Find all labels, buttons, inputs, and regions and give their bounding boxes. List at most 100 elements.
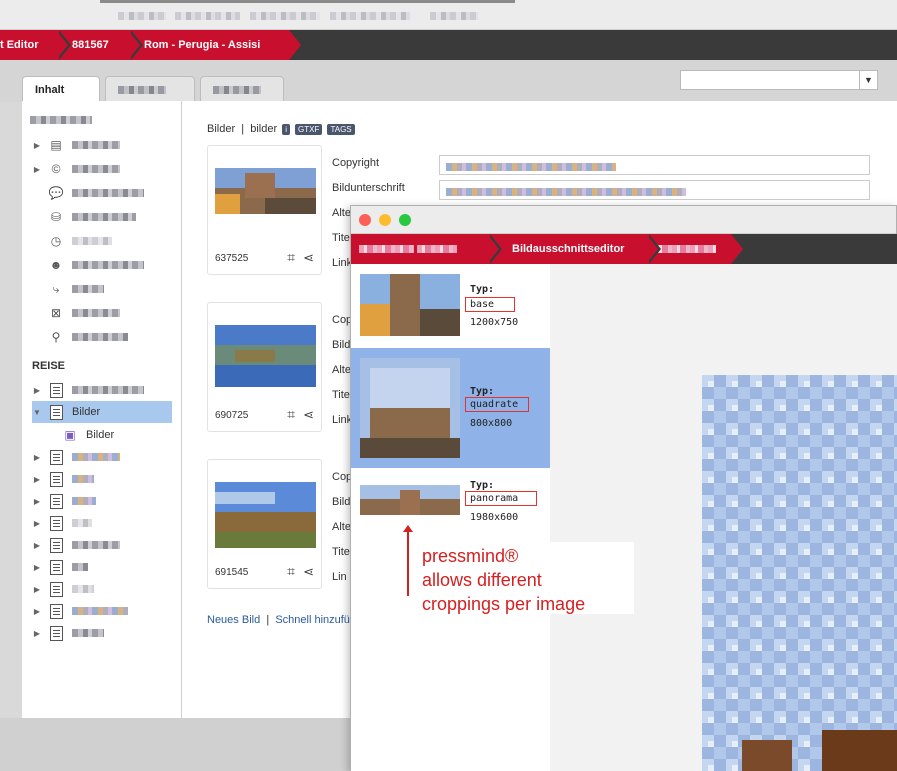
chevron-right-icon[interactable]: ▶: [32, 563, 42, 572]
crop-canvas[interactable]: [550, 264, 897, 771]
chevron-right-icon[interactable]: ▶: [32, 607, 42, 616]
popup-breadcrumb-1[interactable]: [351, 234, 502, 264]
document-icon: [48, 449, 64, 465]
new-image-link[interactable]: Neues Bild: [207, 614, 260, 626]
crop-icon[interactable]: ⌗: [287, 406, 295, 423]
tab-3[interactable]: [200, 76, 284, 102]
tree-child-bilder[interactable]: ▣ Bilder: [52, 424, 182, 446]
document-icon: [48, 471, 64, 487]
crop-type-label: Typ:: [470, 386, 495, 397]
tree-item[interactable]: ⤷: [22, 278, 182, 300]
annotation-callout: pressmind® allows different croppings pe…: [412, 542, 634, 614]
crop-list: Typ: base 1200x750 Typ: quadrate 800x800…: [351, 264, 550, 771]
tree-item[interactable]: ▶ ▤: [22, 134, 182, 156]
chevron-right-icon[interactable]: ▶: [32, 497, 42, 506]
tree-item[interactable]: ▶: [22, 600, 182, 622]
document-icon: [48, 515, 64, 531]
breadcrumb-title[interactable]: Rom - Perugia - Assisi: [128, 30, 304, 60]
image-card[interactable]: 691545 ⌗ ⋖: [207, 459, 322, 589]
separator: |: [241, 123, 245, 135]
tree-item-bilder[interactable]: ▼ Bilder: [32, 401, 172, 423]
info-tag[interactable]: i: [282, 124, 290, 135]
breadcrumb-editor[interactable]: t Editor: [0, 30, 71, 60]
tree-item[interactable]: ▶: [22, 468, 182, 490]
blurred-tab-text: [250, 12, 320, 20]
browser-chrome: [0, 0, 897, 30]
chevron-right-icon[interactable]: ▶: [32, 386, 42, 395]
chevron-right-icon[interactable]: ▶: [32, 475, 42, 484]
crop-thumbnail: [360, 358, 460, 458]
tree-item[interactable]: ▶ ©: [22, 158, 182, 180]
close-window-icon[interactable]: [359, 214, 371, 226]
chevron-right-icon[interactable]: ▶: [32, 519, 42, 528]
tree-item[interactable]: ⊠: [22, 302, 182, 324]
gtxf-tag[interactable]: GTXF: [295, 124, 323, 135]
document-icon: [48, 493, 64, 509]
chevron-right-icon[interactable]: ▶: [32, 141, 42, 150]
caption-label: Bild: [332, 496, 351, 508]
chevron-right-icon[interactable]: ▶: [32, 629, 42, 638]
image-thumbnail: [215, 325, 316, 387]
caption-label: Bild: [332, 339, 351, 351]
tab-inhalt[interactable]: Inhalt: [22, 76, 100, 103]
quick-add-link[interactable]: Schnell hinzufü: [275, 614, 350, 626]
chevron-right-icon[interactable]: ▶: [32, 165, 42, 174]
document-icon: [48, 603, 64, 619]
tree-item[interactable]: ▶: [22, 379, 182, 401]
crop-editor-window: Bildausschnittseditor Typ: base 1200x750: [350, 205, 897, 771]
caption-input[interactable]: [439, 180, 870, 200]
tree-label: Bilder: [86, 429, 115, 441]
tree-item[interactable]: ◷: [22, 230, 182, 252]
tree-item[interactable]: ▶: [22, 556, 182, 578]
tree-item[interactable]: ▶: [22, 534, 182, 556]
tree-item[interactable]: ▶: [22, 622, 182, 644]
alt-label: Alte: [332, 207, 351, 219]
annotation-line: allows different: [422, 570, 542, 590]
share-icon[interactable]: ⋖: [303, 564, 314, 580]
tags-tag[interactable]: TAGS: [327, 124, 355, 135]
crop-type-label: Typ:: [470, 284, 495, 295]
bilder-sub-label: bilder: [250, 123, 278, 135]
chevron-right-icon[interactable]: ▶: [32, 585, 42, 594]
user-icon: ☻: [49, 258, 63, 272]
tree-item[interactable]: ⚲: [22, 326, 182, 348]
tree-item[interactable]: ▶: [22, 512, 182, 534]
tree-item[interactable]: ▶: [22, 446, 182, 468]
chevron-down-icon[interactable]: ▼: [859, 71, 877, 89]
tree-root[interactable]: [22, 109, 182, 131]
document-icon: [48, 581, 64, 597]
tree-item[interactable]: ⛁: [22, 206, 182, 228]
tree-item[interactable]: 💬: [22, 182, 182, 204]
image-card[interactable]: 690725 ⌗ ⋖: [207, 302, 322, 432]
maximize-window-icon[interactable]: [399, 214, 411, 226]
chevron-down-icon[interactable]: ▼: [32, 408, 42, 417]
blurred-tab-text: [330, 12, 410, 20]
tab-2[interactable]: [105, 76, 195, 102]
crop-item-quadrate[interactable]: Typ: quadrate 800x800: [351, 348, 550, 468]
tree-item[interactable]: ▶: [22, 578, 182, 600]
tree-label: Bilder: [72, 406, 101, 418]
share-icon[interactable]: ⋖: [303, 250, 314, 266]
alt-label: Alte: [332, 521, 351, 533]
crop-icon[interactable]: ⌗: [287, 249, 295, 266]
share-icon[interactable]: ⋖: [303, 407, 314, 423]
image-id: 691545: [215, 567, 249, 578]
tree-item[interactable]: ▶: [22, 490, 182, 512]
tree-item[interactable]: ☻: [22, 254, 182, 276]
document-icon: [48, 382, 64, 398]
loading-bar: [100, 0, 515, 3]
chevron-right-icon[interactable]: ▶: [32, 541, 42, 550]
crop-item-panorama[interactable]: Typ: panorama 1980x600: [351, 468, 550, 538]
bottom-links: Neues Bild | Schnell hinzufü: [207, 614, 350, 626]
section-reise: REISE: [32, 360, 66, 372]
crop-icon[interactable]: ⌗: [287, 563, 295, 580]
crop-item-base[interactable]: Typ: base 1200x750: [351, 264, 550, 348]
blurred-tab-text: [175, 12, 240, 20]
image-card[interactable]: 637525 ⌗ ⋖: [207, 145, 322, 275]
select-dropdown[interactable]: ▼: [680, 70, 878, 90]
link-label: Lin: [332, 571, 347, 583]
chevron-right-icon[interactable]: ▶: [32, 453, 42, 462]
copyright-input[interactable]: [439, 155, 870, 175]
crop-preview-image[interactable]: [702, 375, 897, 771]
minimize-window-icon[interactable]: [379, 214, 391, 226]
